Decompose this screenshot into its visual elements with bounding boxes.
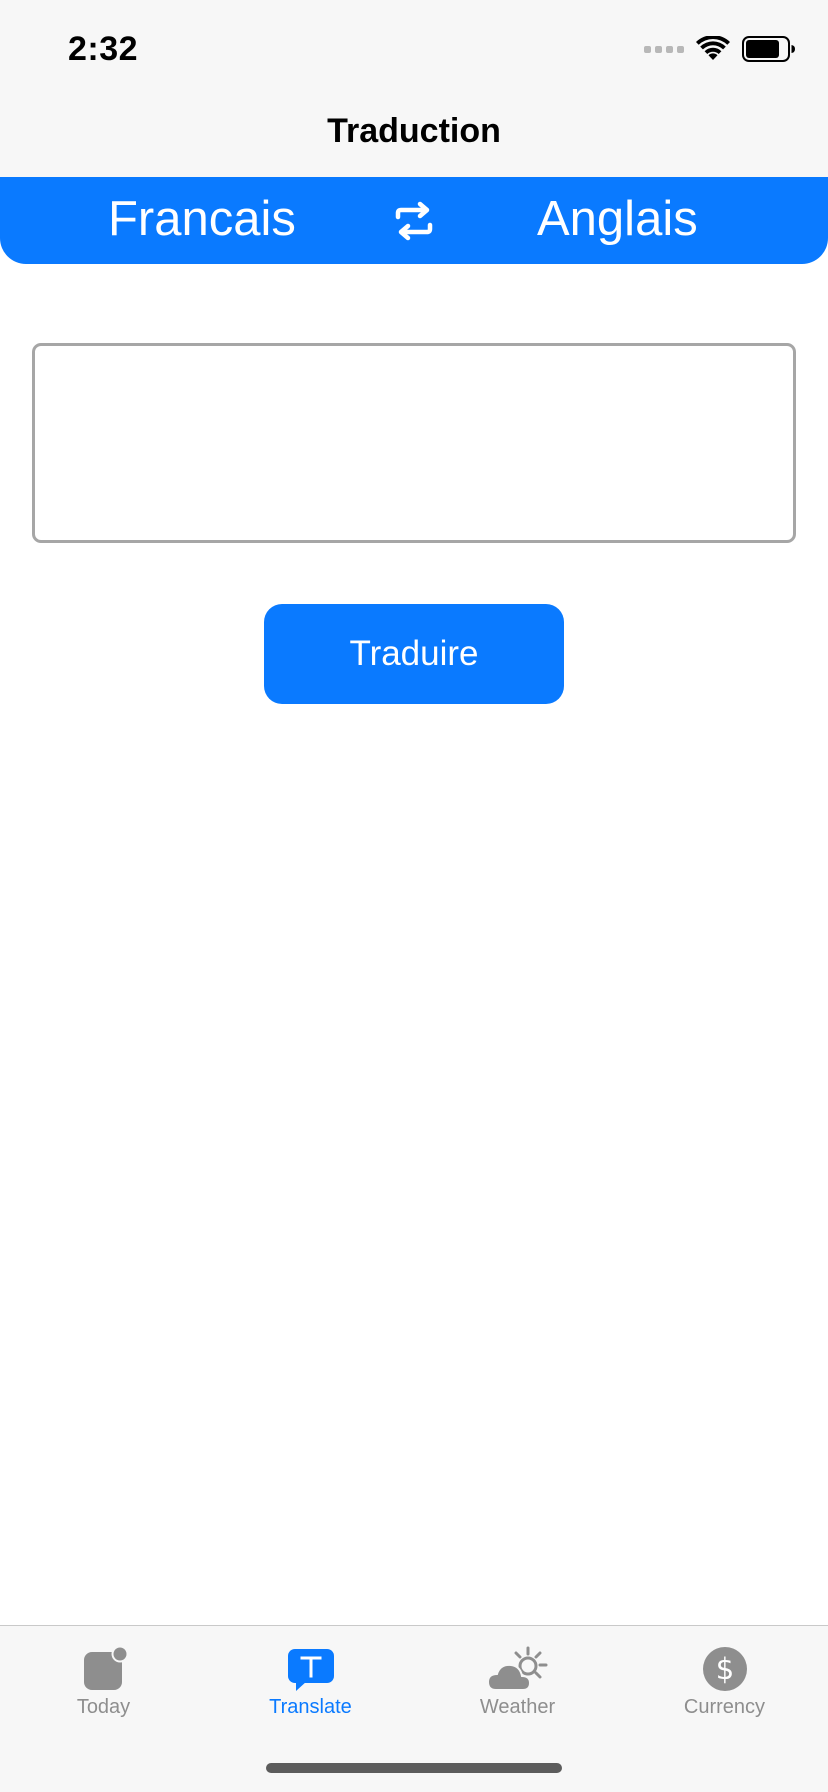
wifi-icon (696, 36, 730, 60)
tab-currency[interactable]: $ Currency (621, 1626, 828, 1736)
status-indicators (644, 34, 796, 64)
svg-text:$: $ (715, 1652, 733, 1686)
today-badge-icon (83, 1646, 128, 1690)
tab-label: Currency (683, 1696, 766, 1718)
swap-arrows-icon[interactable] (392, 201, 436, 241)
tab-label: Translate (269, 1696, 352, 1718)
tab-today[interactable]: Today (0, 1626, 207, 1736)
partly-cloudy-icon (486, 1646, 547, 1691)
tab-label: Weather (479, 1696, 556, 1718)
text-to-translate-input[interactable] (32, 343, 796, 543)
page-title: Traduction (327, 112, 501, 150)
dollar-circle-icon: $ (702, 1647, 747, 1691)
tab-label: Today (76, 1696, 131, 1718)
translate-bubble-icon (287, 1649, 334, 1691)
translate-button[interactable]: Traduire (264, 604, 564, 704)
tab-weather[interactable]: Weather (414, 1626, 621, 1736)
tab-translate[interactable]: Translate (207, 1626, 414, 1736)
cellular-signal-icon (644, 45, 684, 53)
language-selector-bar: Francais Anglais (0, 177, 828, 264)
battery-icon (742, 36, 795, 62)
translate-screen: 2:32 Traduction Francais Anglais Traduir… (0, 0, 828, 1792)
status-time: 2:32 (68, 30, 139, 68)
status-and-nav-bar: 2:32 Traduction (0, 0, 828, 177)
source-language-label[interactable]: Francais (108, 191, 296, 247)
target-language-label[interactable]: Anglais (537, 191, 698, 247)
home-indicator[interactable] (266, 1763, 562, 1773)
